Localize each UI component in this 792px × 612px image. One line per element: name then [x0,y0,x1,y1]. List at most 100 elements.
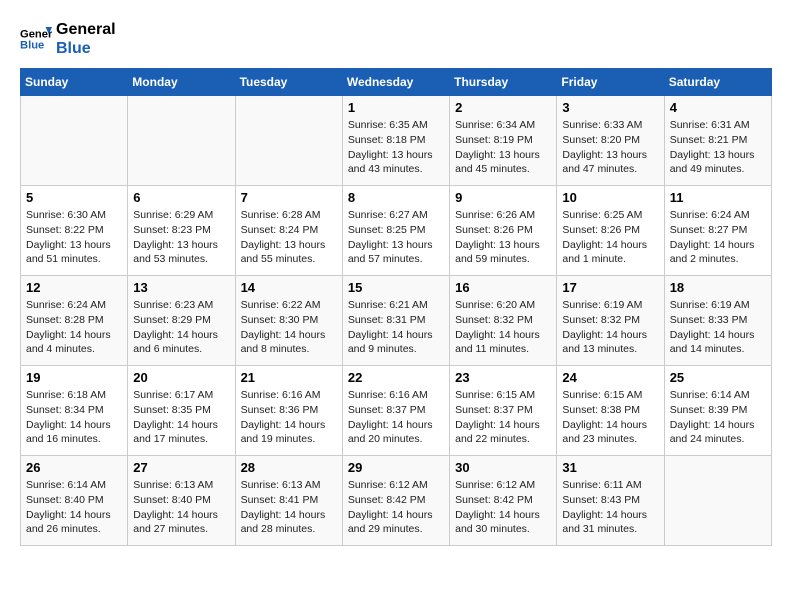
calendar-cell: 20 Sunrise: 6:17 AM Sunset: 8:35 PM Dayli… [128,366,235,456]
day-number: 14 [241,280,337,295]
day-number: 31 [562,460,658,475]
logo-blue: Blue [56,39,116,58]
calendar-cell: 1Sunrise: 6:35 AM Sunset: 8:18 PM Daylig… [342,96,449,186]
header-thursday: Thursday [450,69,557,96]
day-info: Sunrise: 6:15 AM Sunset: 8:37 PM Dayligh… [455,388,551,447]
calendar-cell [235,96,342,186]
day-info: Sunrise: 6:24 AM Sunset: 8:28 PM Dayligh… [26,298,122,357]
day-number: 30 [455,460,551,475]
calendar-cell: 28 Sunrise: 6:13 AM Sunset: 8:41 PM Dayli… [235,456,342,546]
day-info: Sunrise: 6:13 AM Sunset: 8:40 PM Dayligh… [133,478,229,537]
svg-text:Blue: Blue [20,40,44,52]
calendar-cell [664,456,771,546]
logo-general: General [56,20,116,39]
header-friday: Friday [557,69,664,96]
day-info: Sunrise: 6:31 AM Sunset: 8:21 PM Dayligh… [670,118,766,177]
day-info: Sunrise: 6:18 AM Sunset: 8:34 PM Dayligh… [26,388,122,447]
day-info: Sunrise: 6:17 AM Sunset: 8:35 PM Dayligh… [133,388,229,447]
day-info: Sunrise: 6:21 AM Sunset: 8:31 PM Dayligh… [348,298,444,357]
day-number: 9 [455,190,551,205]
calendar-cell: 18 Sunrise: 6:19 AM Sunset: 8:33 PM Dayli… [664,276,771,366]
day-number: 5 [26,190,122,205]
day-number: 22 [348,370,444,385]
week-row-1: 1Sunrise: 6:35 AM Sunset: 8:18 PM Daylig… [21,96,772,186]
calendar-cell: 7Sunrise: 6:28 AM Sunset: 8:24 PM Daylig… [235,186,342,276]
calendar-cell: 31 Sunrise: 6:11 AM Sunset: 8:43 PM Dayli… [557,456,664,546]
calendar-cell: 9Sunrise: 6:26 AM Sunset: 8:26 PM Daylig… [450,186,557,276]
calendar-cell: 3Sunrise: 6:33 AM Sunset: 8:20 PM Daylig… [557,96,664,186]
day-number: 6 [133,190,229,205]
calendar-cell: 15 Sunrise: 6:21 AM Sunset: 8:31 PM Dayli… [342,276,449,366]
calendar-cell: 13Sunrise: 6:23 AM Sunset: 8:29 PM Dayli… [128,276,235,366]
calendar-cell: 8 Sunrise: 6:27 AM Sunset: 8:25 PM Daylig… [342,186,449,276]
calendar-cell: 27 Sunrise: 6:13 AM Sunset: 8:40 PM Dayli… [128,456,235,546]
day-info: Sunrise: 6:23 AM Sunset: 8:29 PM Dayligh… [133,298,229,357]
day-number: 16 [455,280,551,295]
day-info: Sunrise: 6:29 AM Sunset: 8:23 PM Dayligh… [133,208,229,267]
calendar-cell: 24 Sunrise: 6:15 AM Sunset: 8:38 PM Dayli… [557,366,664,456]
logo-icon: General Blue [20,23,52,55]
calendar-cell: 23 Sunrise: 6:15 AM Sunset: 8:37 PM Dayli… [450,366,557,456]
logo: General Blue General Blue [20,20,116,58]
calendar-cell: 5 Sunrise: 6:30 AM Sunset: 8:22 PM Daylig… [21,186,128,276]
day-info: Sunrise: 6:25 AM Sunset: 8:26 PM Dayligh… [562,208,658,267]
day-number: 2 [455,100,551,115]
day-number: 23 [455,370,551,385]
day-number: 24 [562,370,658,385]
calendar-cell: 14Sunrise: 6:22 AM Sunset: 8:30 PM Dayli… [235,276,342,366]
day-info: Sunrise: 6:24 AM Sunset: 8:27 PM Dayligh… [670,208,766,267]
day-info: Sunrise: 6:12 AM Sunset: 8:42 PM Dayligh… [348,478,444,537]
calendar-cell: 10Sunrise: 6:25 AM Sunset: 8:26 PM Dayli… [557,186,664,276]
day-info: Sunrise: 6:19 AM Sunset: 8:33 PM Dayligh… [670,298,766,357]
calendar-cell: 26 Sunrise: 6:14 AM Sunset: 8:40 PM Dayli… [21,456,128,546]
day-number: 27 [133,460,229,475]
calendar-cell: 4Sunrise: 6:31 AM Sunset: 8:21 PM Daylig… [664,96,771,186]
day-info: Sunrise: 6:19 AM Sunset: 8:32 PM Dayligh… [562,298,658,357]
day-info: Sunrise: 6:13 AM Sunset: 8:41 PM Dayligh… [241,478,337,537]
day-number: 29 [348,460,444,475]
day-number: 26 [26,460,122,475]
day-number: 3 [562,100,658,115]
day-info: Sunrise: 6:11 AM Sunset: 8:43 PM Dayligh… [562,478,658,537]
day-number: 25 [670,370,766,385]
calendar-cell: 21 Sunrise: 6:16 AM Sunset: 8:36 PM Dayli… [235,366,342,456]
day-number: 28 [241,460,337,475]
calendar-cell: 11 Sunrise: 6:24 AM Sunset: 8:27 PM Dayli… [664,186,771,276]
day-number: 18 [670,280,766,295]
day-info: Sunrise: 6:15 AM Sunset: 8:38 PM Dayligh… [562,388,658,447]
calendar-cell [128,96,235,186]
day-number: 20 [133,370,229,385]
day-number: 11 [670,190,766,205]
calendar-cell: 25 Sunrise: 6:14 AM Sunset: 8:39 PM Dayli… [664,366,771,456]
day-info: Sunrise: 6:14 AM Sunset: 8:40 PM Dayligh… [26,478,122,537]
header-sunday: Sunday [21,69,128,96]
day-number: 8 [348,190,444,205]
calendar-cell: 12 Sunrise: 6:24 AM Sunset: 8:28 PM Dayli… [21,276,128,366]
day-number: 17 [562,280,658,295]
calendar-cell: 30Sunrise: 6:12 AM Sunset: 8:42 PM Dayli… [450,456,557,546]
day-info: Sunrise: 6:30 AM Sunset: 8:22 PM Dayligh… [26,208,122,267]
header-tuesday: Tuesday [235,69,342,96]
calendar-header-row: SundayMondayTuesdayWednesdayThursdayFrid… [21,69,772,96]
day-info: Sunrise: 6:34 AM Sunset: 8:19 PM Dayligh… [455,118,551,177]
day-number: 21 [241,370,337,385]
day-info: Sunrise: 6:20 AM Sunset: 8:32 PM Dayligh… [455,298,551,357]
day-number: 12 [26,280,122,295]
week-row-4: 19Sunrise: 6:18 AM Sunset: 8:34 PM Dayli… [21,366,772,456]
page-header: General Blue General Blue [20,20,772,58]
calendar-cell: 2 Sunrise: 6:34 AM Sunset: 8:19 PM Daylig… [450,96,557,186]
week-row-3: 12 Sunrise: 6:24 AM Sunset: 8:28 PM Dayli… [21,276,772,366]
calendar-cell [21,96,128,186]
calendar-cell: 19Sunrise: 6:18 AM Sunset: 8:34 PM Dayli… [21,366,128,456]
day-number: 1 [348,100,444,115]
day-info: Sunrise: 6:16 AM Sunset: 8:36 PM Dayligh… [241,388,337,447]
week-row-2: 5 Sunrise: 6:30 AM Sunset: 8:22 PM Daylig… [21,186,772,276]
day-info: Sunrise: 6:27 AM Sunset: 8:25 PM Dayligh… [348,208,444,267]
calendar-cell: 29 Sunrise: 6:12 AM Sunset: 8:42 PM Dayli… [342,456,449,546]
calendar-cell: 6 Sunrise: 6:29 AM Sunset: 8:23 PM Daylig… [128,186,235,276]
calendar-cell: 22Sunrise: 6:16 AM Sunset: 8:37 PM Dayli… [342,366,449,456]
day-info: Sunrise: 6:14 AM Sunset: 8:39 PM Dayligh… [670,388,766,447]
calendar-cell: 17 Sunrise: 6:19 AM Sunset: 8:32 PM Dayli… [557,276,664,366]
day-number: 15 [348,280,444,295]
calendar-cell: 16 Sunrise: 6:20 AM Sunset: 8:32 PM Dayli… [450,276,557,366]
